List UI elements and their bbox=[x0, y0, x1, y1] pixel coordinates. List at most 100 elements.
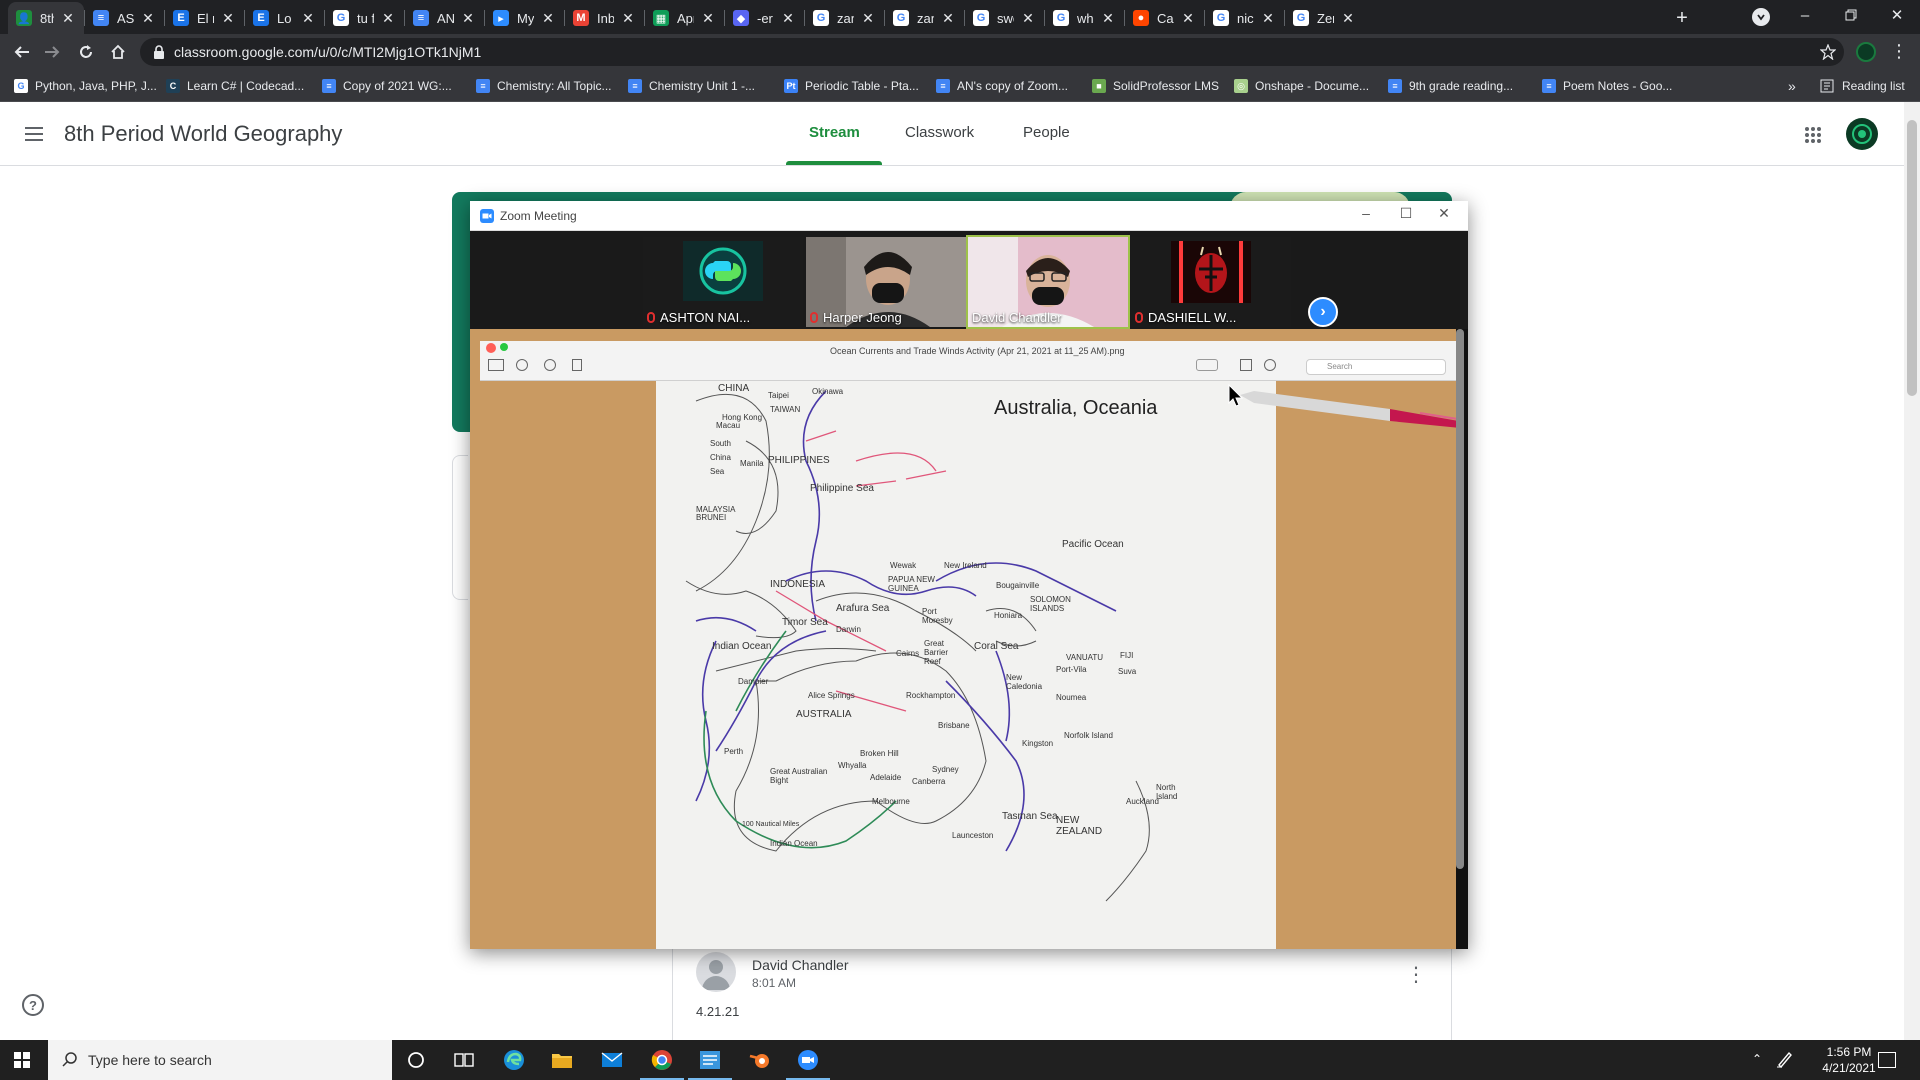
bookmark-item[interactable]: ≡ 9th grade reading... bbox=[1388, 77, 1513, 95]
tab-people[interactable]: People bbox=[1023, 124, 1070, 141]
task-view-icon[interactable] bbox=[450, 1046, 478, 1074]
browser-tab[interactable]: G Zenke ✕ bbox=[1285, 2, 1364, 34]
forward-button[interactable] bbox=[38, 38, 66, 66]
minimize-window-button[interactable]: – bbox=[1782, 0, 1828, 30]
browser-tab[interactable]: ▦ April 2 ✕ bbox=[645, 2, 724, 34]
bookmark-item[interactable]: ≡ Chemistry Unit 1 -... bbox=[628, 77, 755, 95]
tab-close-icon[interactable]: ✕ bbox=[780, 10, 796, 27]
browser-tab[interactable]: Gnice s ✕ bbox=[1205, 2, 1284, 34]
hamburger-menu-icon[interactable] bbox=[22, 122, 46, 146]
shared-screen-scrollbar[interactable] bbox=[1456, 329, 1464, 869]
zoom-in-icon[interactable] bbox=[544, 359, 556, 371]
participant-tile[interactable]: ASHTON NAI... bbox=[643, 237, 803, 327]
zoom-out-icon[interactable] bbox=[516, 359, 528, 371]
new-tab-button[interactable]: + bbox=[1668, 4, 1696, 32]
browser-tab[interactable]: ● Can s ✕ bbox=[1125, 2, 1204, 34]
more-bookmarks-button[interactable]: » bbox=[1788, 77, 1796, 95]
blender-icon[interactable] bbox=[746, 1046, 774, 1074]
help-icon[interactable]: ? bbox=[22, 994, 44, 1016]
browser-tab[interactable]: Gwhat i ✕ bbox=[1045, 2, 1124, 34]
tab-close-icon[interactable]: ✕ bbox=[940, 10, 956, 27]
taskbar-search-box[interactable]: Type here to search bbox=[48, 1040, 392, 1080]
show-hidden-icons-chevron[interactable]: ⌃ bbox=[1752, 1052, 1762, 1066]
zoom-taskbar-icon[interactable] bbox=[786, 1046, 830, 1080]
reload-button[interactable] bbox=[72, 38, 100, 66]
bookmark-item[interactable]: ■ SolidProfessor LMS bbox=[1092, 77, 1219, 95]
browser-tab[interactable]: ◆ -er ✕ bbox=[725, 2, 804, 34]
account-avatar[interactable] bbox=[1846, 118, 1878, 150]
tab-close-icon[interactable]: ✕ bbox=[300, 10, 316, 27]
browser-tab-active[interactable]: 👤 8th Pe ✕ bbox=[8, 2, 84, 34]
post-more-options-icon[interactable]: ⋮ bbox=[1406, 962, 1426, 986]
tab-close-icon[interactable]: ✕ bbox=[380, 10, 396, 27]
profile-avatar[interactable] bbox=[1856, 42, 1876, 62]
participant-tile-active-speaker[interactable]: David Chandler bbox=[966, 235, 1130, 329]
zoom-close-button[interactable]: ✕ bbox=[1430, 205, 1458, 227]
back-button[interactable] bbox=[8, 38, 36, 66]
sidebar-toggle-icon[interactable] bbox=[488, 359, 504, 371]
tab-close-icon[interactable]: ✕ bbox=[1180, 10, 1196, 27]
bookmark-item[interactable]: ◎ Onshape - Docume... bbox=[1234, 77, 1369, 95]
bookmark-item[interactable]: G Python, Java, PHP, J... bbox=[14, 77, 157, 95]
preview-search-field[interactable]: Search bbox=[1306, 359, 1446, 375]
edge-icon[interactable] bbox=[500, 1046, 528, 1074]
restore-window-button[interactable] bbox=[1828, 0, 1874, 30]
zoom-maximize-button[interactable]: ☐ bbox=[1392, 205, 1420, 227]
bookmark-item[interactable]: ≡ Poem Notes - Goo... bbox=[1542, 77, 1672, 95]
browser-tab[interactable]: ▸ My M ✕ bbox=[485, 2, 564, 34]
bookmark-item[interactable]: ≡ Chemistry: All Topic... bbox=[476, 77, 611, 95]
tab-close-icon[interactable]: ✕ bbox=[860, 10, 876, 27]
markup-pen-icon[interactable] bbox=[1196, 359, 1218, 371]
markup-icon[interactable] bbox=[1264, 359, 1276, 371]
chrome-taskbar-icon[interactable] bbox=[640, 1046, 684, 1080]
bookmark-item[interactable]: Pt Periodic Table - Pta... bbox=[784, 77, 919, 95]
close-traffic-light-icon[interactable] bbox=[486, 343, 496, 353]
google-apps-icon[interactable] bbox=[1804, 126, 1822, 144]
tab-close-icon[interactable]: ✕ bbox=[540, 10, 556, 27]
page-scrollbar-thumb[interactable] bbox=[1907, 120, 1917, 396]
visual-studio-icon[interactable] bbox=[688, 1046, 732, 1080]
next-page-arrow-icon[interactable]: › bbox=[1308, 297, 1338, 327]
browser-tab[interactable]: Gzange ✕ bbox=[885, 2, 964, 34]
tab-classwork[interactable]: Classwork bbox=[905, 124, 974, 141]
bookmark-item[interactable]: ≡ AN's copy of Zoom... bbox=[936, 77, 1068, 95]
browser-tab[interactable]: Gtu for ✕ bbox=[325, 2, 404, 34]
share-icon[interactable] bbox=[572, 359, 582, 371]
bookmark-item[interactable]: C Learn C# | Codecad... bbox=[166, 77, 304, 95]
tab-close-icon[interactable]: ✕ bbox=[620, 10, 636, 27]
tab-close-icon[interactable]: ✕ bbox=[1260, 10, 1276, 27]
participant-tile[interactable]: DASHIELL W... bbox=[1131, 237, 1291, 327]
address-bar[interactable]: classroom.google.com/u/0/c/MTI2Mjg1OTk1N… bbox=[140, 38, 1844, 66]
course-title[interactable]: 8th Period World Geography bbox=[64, 121, 342, 147]
browser-tab[interactable]: Gsword ✕ bbox=[965, 2, 1044, 34]
participant-tile[interactable]: Harper Jeong bbox=[806, 237, 966, 327]
reading-list-button[interactable]: Reading list bbox=[1820, 77, 1905, 95]
bookmark-item[interactable]: ≡ Copy of 2021 WG:... bbox=[322, 77, 452, 95]
tab-close-icon[interactable]: ✕ bbox=[1020, 10, 1036, 27]
browser-tab[interactable]: ≡ AN's c ✕ bbox=[405, 2, 484, 34]
mail-icon[interactable] bbox=[598, 1046, 626, 1074]
tab-close-icon[interactable]: ✕ bbox=[60, 10, 76, 27]
cortana-icon[interactable] bbox=[402, 1046, 430, 1074]
browser-tab[interactable]: Gzange ✕ bbox=[805, 2, 884, 34]
tab-close-icon[interactable]: ✕ bbox=[140, 10, 156, 27]
browser-tab[interactable]: E El ruid ✕ bbox=[165, 2, 244, 34]
action-center-icon[interactable] bbox=[1878, 1052, 1896, 1068]
pen-workspace-icon[interactable] bbox=[1776, 1050, 1794, 1069]
tab-close-icon[interactable]: ✕ bbox=[1100, 10, 1116, 27]
tab-close-icon[interactable]: ✕ bbox=[1340, 10, 1356, 27]
browser-tab[interactable]: E Lo es ✕ bbox=[245, 2, 324, 34]
tab-close-icon[interactable]: ✕ bbox=[700, 10, 716, 27]
browser-tab[interactable]: M Inbox ✕ bbox=[565, 2, 644, 34]
browser-tab[interactable]: ≡ ASHTO ✕ bbox=[85, 2, 164, 34]
zoom-traffic-light-icon[interactable] bbox=[500, 343, 508, 351]
windows-start-icon[interactable] bbox=[14, 1052, 30, 1068]
taskbar-clock-time[interactable]: 1:56 PM bbox=[1817, 1045, 1881, 1059]
taskbar-clock-date[interactable]: 4/21/2021 bbox=[1817, 1061, 1881, 1075]
tab-close-icon[interactable]: ✕ bbox=[220, 10, 236, 27]
rotate-icon[interactable] bbox=[1240, 359, 1252, 371]
home-button[interactable] bbox=[104, 38, 132, 66]
bookmark-star-icon[interactable] bbox=[1820, 44, 1836, 60]
close-window-button[interactable]: ✕ bbox=[1874, 0, 1920, 30]
tab-close-icon[interactable]: ✕ bbox=[460, 10, 476, 27]
